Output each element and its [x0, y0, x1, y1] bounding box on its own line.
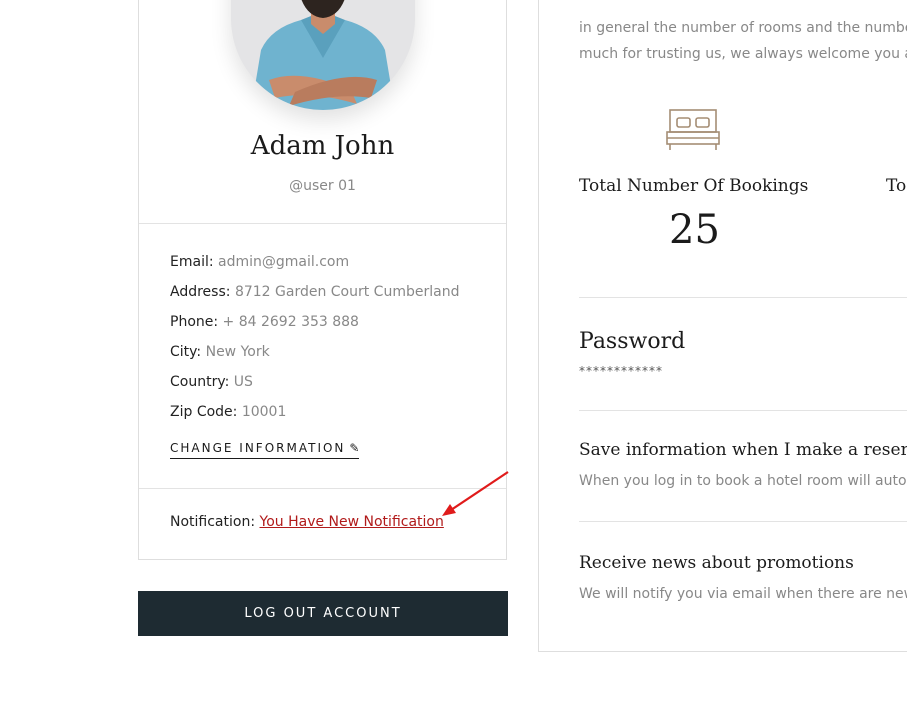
profile-name: Adam John: [250, 131, 395, 161]
stat-value-bookings: 25: [669, 207, 720, 253]
info-row-zip: Zip Code: 10001: [170, 402, 490, 432]
info-label: Address:: [170, 284, 231, 300]
setting-desc-save-info: When you log in to book a hotel room wil…: [579, 473, 907, 489]
notification-label: Notification:: [170, 514, 256, 530]
info-value: 8712 Garden Court Cumberland: [234, 284, 460, 300]
intro-line: much for trusting us, we always welcome …: [579, 46, 907, 62]
setting-title-promotions: Receive news about promotions: [579, 553, 854, 573]
intro-text: in general the number of rooms and the n…: [579, 15, 907, 67]
info-value: 10001: [241, 404, 287, 420]
info-label: Zip Code:: [170, 404, 238, 420]
pencil-icon: ✎: [349, 441, 360, 455]
info-value: admin@gmail.com: [218, 254, 350, 270]
info-value: New York: [205, 344, 270, 360]
info-label: Country:: [170, 374, 230, 390]
password-title: Password: [579, 329, 686, 354]
notification-link[interactable]: You Have New Notification: [260, 514, 444, 530]
section-divider: [579, 521, 907, 522]
stat-label-bookings: Total Number Of Bookings: [579, 176, 809, 196]
annotation-arrow-icon: [442, 471, 509, 516]
info-row-phone: Phone: + 84 2692 353 888: [170, 312, 490, 342]
info-label: Phone:: [170, 314, 219, 330]
change-information-label: CHANGE INFORMATION: [170, 441, 346, 455]
section-divider: [579, 297, 907, 298]
setting-desc-promotions: We will notify you via email when there …: [579, 586, 907, 602]
setting-title-save-info: Save information when I make a reserva: [579, 440, 907, 460]
profile-info-list: Email: admin@gmail.com Address: 8712 Gar…: [170, 252, 490, 432]
info-value: + 84 2692 353 888: [222, 314, 359, 330]
notification-row: Notification: You Have New Notification: [170, 514, 444, 530]
profile-username: @user 01: [289, 178, 356, 194]
stat-label-second: To: [886, 176, 907, 196]
info-row-country: Country: US: [170, 372, 490, 402]
info-label: Email:: [170, 254, 214, 270]
card-divider: [139, 223, 506, 224]
change-information-link[interactable]: CHANGE INFORMATION ✎: [170, 441, 360, 459]
password-mask: ************: [579, 364, 663, 378]
section-divider: [579, 410, 907, 411]
info-row-email: Email: admin@gmail.com: [170, 252, 490, 282]
intro-line: in general the number of rooms and the n…: [579, 20, 907, 36]
log-out-button[interactable]: LOG OUT ACCOUNT: [138, 591, 508, 636]
info-value: US: [233, 374, 253, 390]
avatar-photo: [231, 0, 415, 110]
info-row-city: City: New York: [170, 342, 490, 372]
info-label: City:: [170, 344, 202, 360]
account-content-panel: in general the number of rooms and the n…: [538, 0, 907, 652]
bed-icon: [666, 109, 720, 150]
info-row-address: Address: 8712 Garden Court Cumberland: [170, 282, 490, 312]
avatar: [231, 0, 415, 110]
